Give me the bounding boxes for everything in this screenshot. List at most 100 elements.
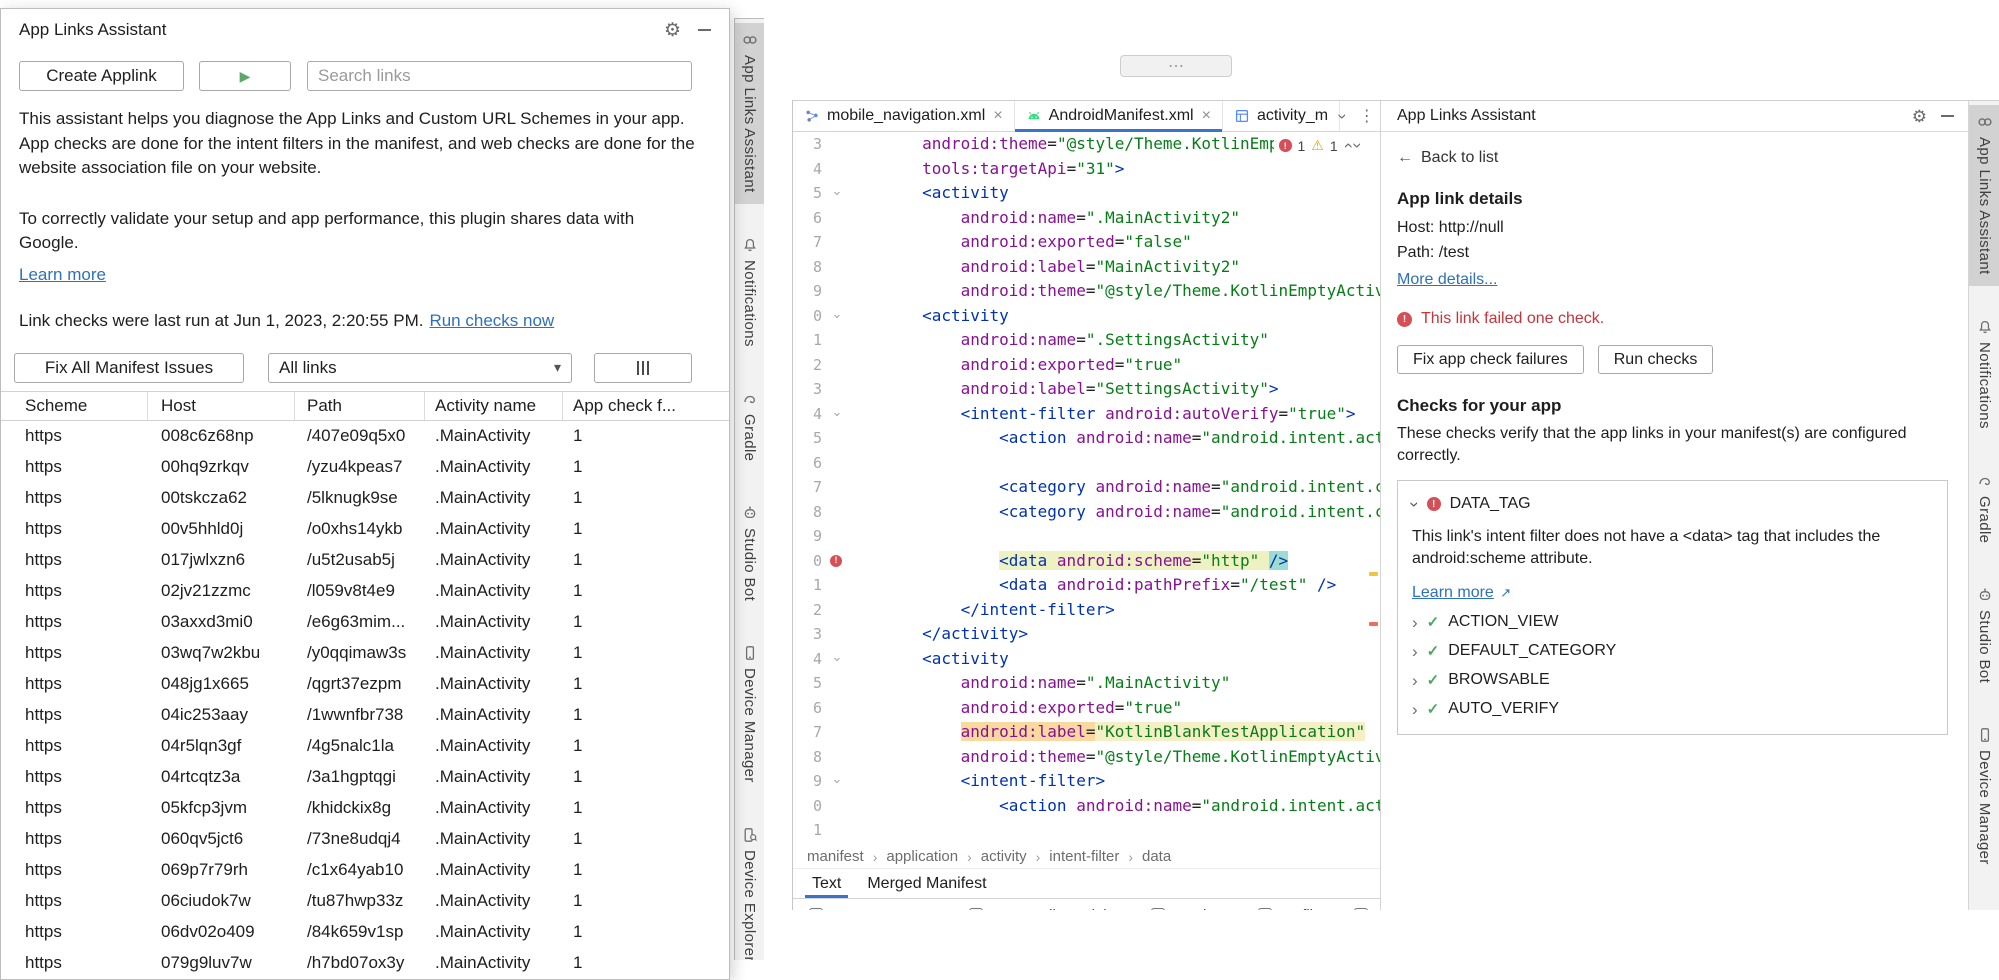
- fold-icon[interactable]: ›: [827, 769, 845, 794]
- fix-app-check-failures-button[interactable]: Fix app check failures: [1397, 345, 1584, 374]
- table-row[interactable]: https060qv5jct6/73ne8udqj4.MainActivity1: [1, 824, 729, 855]
- gear-icon[interactable]: ⚙: [1912, 108, 1927, 125]
- table-row[interactable]: https00tskcza62/5lknugk9se.MainActivity1: [1, 483, 729, 514]
- minimize-icon[interactable]: [1941, 115, 1954, 117]
- column-header[interactable]: Activity name: [425, 392, 563, 420]
- code-line[interactable]: 8 <category android:name="android.intent…: [793, 500, 1380, 525]
- code-line[interactable]: 5 <action android:name="android.intent.a…: [793, 426, 1380, 451]
- tool-strip-item-gradle[interactable]: Gradle: [1969, 464, 1999, 554]
- code-line[interactable]: 4› <intent-filter android:autoVerify="tr…: [793, 402, 1380, 427]
- learn-more-link[interactable]: Learn more: [19, 265, 106, 285]
- tab-options-icon[interactable]: ⋮: [1359, 106, 1375, 126]
- fold-icon[interactable]: ›: [827, 647, 845, 672]
- code-line[interactable]: 9 android:theme="@style/Theme.KotlinEmpt…: [793, 279, 1380, 304]
- code-line[interactable]: 1 android:name=".SettingsActivity": [793, 328, 1380, 353]
- gear-icon[interactable]: ⚙: [664, 21, 681, 40]
- code-line[interactable]: 9› <intent-filter>: [793, 769, 1380, 794]
- code-line[interactable]: 2 android:exported="true": [793, 353, 1380, 378]
- editor-tab[interactable]: AndroidManifest.xml×: [1015, 101, 1223, 131]
- breadcrumb-item[interactable]: application: [886, 848, 958, 865]
- code-line[interactable]: 4 tools:targetApi="31">: [793, 157, 1380, 182]
- tool-strip-item-device-explorer[interactable]: Device Explorer: [735, 818, 764, 960]
- tool-strip-item-gradle[interactable]: Gradle: [735, 382, 764, 472]
- code-line[interactable]: 6 android:exported="true": [793, 696, 1380, 721]
- breadcrumb-item[interactable]: activity: [981, 848, 1027, 865]
- check-item-action-view[interactable]: ›✓ACTION_VIEW: [1412, 613, 1933, 631]
- check-item-browsable[interactable]: ›✓BROWSABLE: [1412, 671, 1933, 689]
- code-line[interactable]: 1 <data android:pathPrefix="/test" />: [793, 573, 1380, 598]
- table-row[interactable]: https00hq9zrkqv/yzu4kpeas7.MainActivity1: [1, 452, 729, 483]
- tool-strip-item-bell[interactable]: Notifications: [1969, 310, 1999, 440]
- check-item-default-category[interactable]: ›✓DEFAULT_CATEGORY: [1412, 642, 1933, 660]
- code-line[interactable]: 8 android:theme="@style/Theme.KotlinEmpt…: [793, 745, 1380, 770]
- create-applink-button[interactable]: Create Applink: [19, 61, 184, 91]
- table-row[interactable]: https008c6z68np/407e09q5x0.MainActivity1: [1, 421, 729, 452]
- fix-all-manifest-issues-button[interactable]: Fix All Manifest Issues: [14, 353, 244, 383]
- toolwindow-button[interactable]: Layout Inspector: [809, 902, 941, 910]
- run-checks-now-link[interactable]: Run checks now: [429, 311, 554, 330]
- code-line[interactable]: 6 android:name=".MainActivity2": [793, 206, 1380, 231]
- code-line[interactable]: 7 android:label="KotlinBlankTestApplicat…: [793, 720, 1380, 745]
- code-line[interactable]: 5› <activity: [793, 181, 1380, 206]
- code-line[interactable]: 0 <data android:scheme="http" />: [793, 549, 1380, 574]
- table-row[interactable]: https069p7r79rh/c1x64yab10.MainActivity1: [1, 855, 729, 886]
- code-line[interactable]: 7 <category android:name="android.intent…: [793, 475, 1380, 500]
- editor-tab[interactable]: activity_m: [1223, 101, 1340, 131]
- editor-tab[interactable]: mobile_navigation.xml×: [793, 101, 1015, 131]
- code-line[interactable]: 0› <activity: [793, 304, 1380, 329]
- table-row[interactable]: https079g9luv7w/h7bd07ox3y.MainActivity1: [1, 948, 729, 979]
- breadcrumb-item[interactable]: data: [1142, 848, 1171, 865]
- code-line[interactable]: 5 android:name=".MainActivity": [793, 671, 1380, 696]
- error-stripe-mark[interactable]: [1369, 622, 1378, 626]
- bottom-tab-text[interactable]: Text: [799, 869, 854, 898]
- fold-icon[interactable]: ›: [827, 181, 845, 206]
- back-to-list-link[interactable]: ← Back to list: [1397, 149, 1952, 167]
- toolwindow-button[interactable]: App Inspection: [1354, 902, 1380, 910]
- tool-strip-item-bot[interactable]: Studio Bot: [1969, 578, 1999, 694]
- table-row[interactable]: https00v5hhld0j/o0xhs14ykb.MainActivity1: [1, 514, 729, 545]
- run-checks-button[interactable]: Run checks: [1598, 345, 1714, 374]
- search-input[interactable]: [307, 61, 692, 91]
- column-header[interactable]: Host: [148, 392, 295, 420]
- toolwindow-button[interactable]: Profiler: [1258, 902, 1327, 910]
- table-row[interactable]: https06ciudok7w/tu87hwp33z.MainActivity1: [1, 886, 729, 917]
- toolwindow-button[interactable]: Services: [1151, 902, 1230, 910]
- gutter-error-icon[interactable]: [827, 549, 845, 574]
- code-line[interactable]: 8 android:label="MainActivity2": [793, 255, 1380, 280]
- table-row[interactable]: https06dv02o409/84k659v1sp.MainActivity1: [1, 917, 729, 948]
- close-icon[interactable]: ×: [1202, 107, 1211, 125]
- table-row[interactable]: https04r5lqn3gf/4g5nalc1la.MainActivity1: [1, 731, 729, 762]
- run-link-checks-button[interactable]: ▶: [199, 61, 291, 91]
- table-row[interactable]: https04ic253aay/1wwnfbr738.MainActivity1: [1, 700, 729, 731]
- fold-icon[interactable]: ›: [827, 402, 845, 427]
- tool-strip-item-device-manager[interactable]: Device Manager: [735, 636, 764, 794]
- tool-strip-item-bot[interactable]: Studio Bot: [735, 496, 764, 612]
- check-item-data-tag[interactable]: › DATA_TAG: [1412, 495, 1933, 513]
- column-header[interactable]: Path: [295, 392, 425, 420]
- table-row[interactable]: https03wq7w2kbu/y0qqimaw3s.MainActivity1: [1, 638, 729, 669]
- code-line[interactable]: 6: [793, 451, 1380, 476]
- links-filter-dropdown[interactable]: All links ▾: [268, 353, 572, 383]
- code-line[interactable]: 7 android:exported="false": [793, 230, 1380, 255]
- column-header[interactable]: Scheme: [1, 392, 148, 420]
- tool-strip-item-device-manager[interactable]: Device Manager: [1969, 718, 1999, 876]
- bottom-tab-merged-manifest[interactable]: Merged Manifest: [854, 869, 999, 898]
- table-row[interactable]: https05kfcp3jvm/khidckix8g.MainActivity1: [1, 793, 729, 824]
- code-line[interactable]: 4› <activity: [793, 647, 1380, 672]
- table-row[interactable]: https02jv21zzmc/l059v8t4e9.MainActivity1: [1, 576, 729, 607]
- breadcrumb-item[interactable]: manifest: [807, 848, 864, 865]
- table-row[interactable]: https048jg1x665/qgrt37ezpm.MainActivity1: [1, 669, 729, 700]
- breadcrumb-item[interactable]: intent-filter: [1049, 848, 1119, 865]
- code-editor[interactable]: 3 android:theme="@style/Theme.KotlinEmp4…: [793, 132, 1380, 845]
- code-line[interactable]: 1: [793, 818, 1380, 843]
- code-line[interactable]: 2 </intent-filter>: [793, 598, 1380, 623]
- code-line[interactable]: 9: [793, 524, 1380, 549]
- tool-strip-item-app-links[interactable]: App Links Assistant: [735, 23, 764, 204]
- tool-strip-item-app-links[interactable]: App Links Assistant: [1969, 105, 1999, 286]
- next-issue-icon[interactable]: ›: [1350, 143, 1367, 149]
- column-header[interactable]: App check f...: [563, 392, 729, 420]
- tool-strip-item-bell[interactable]: Notifications: [735, 228, 764, 358]
- close-icon[interactable]: ×: [993, 107, 1002, 125]
- column-settings-button[interactable]: [594, 353, 692, 383]
- table-row[interactable]: https03axxd3mi0/e6g63mim....MainActivity…: [1, 607, 729, 638]
